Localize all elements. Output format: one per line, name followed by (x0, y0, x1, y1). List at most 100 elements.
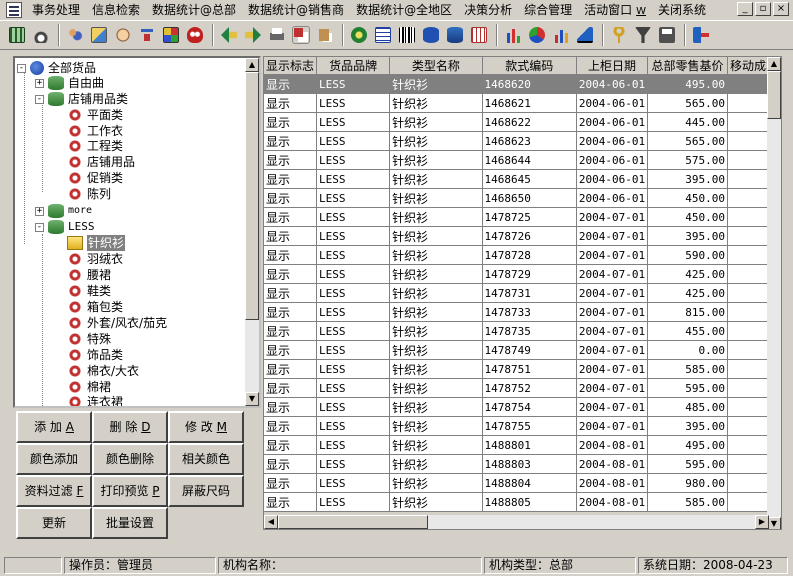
table-cell[interactable]: 显示 (264, 93, 318, 113)
table-cell[interactable]: 显示 (264, 207, 318, 227)
table-cell[interactable]: 395.00 (647, 226, 728, 246)
table-cell[interactable]: 针织衫 (389, 150, 483, 170)
table-cell[interactable]: 585.00 (647, 359, 728, 379)
table-cell[interactable]: 显示 (264, 340, 318, 360)
scroll-thumb[interactable] (767, 71, 781, 119)
table-cell[interactable]: LESS (316, 245, 391, 265)
table-cell[interactable]: 2004-06-01 (576, 131, 649, 151)
table-cell[interactable]: 显示 (264, 302, 318, 322)
key-icon[interactable] (608, 24, 630, 46)
table-cell[interactable]: 1478728 (482, 245, 577, 265)
table-cell[interactable]: 显示 (264, 283, 318, 303)
table-cell[interactable]: 针织衫 (389, 264, 483, 284)
mask-icon[interactable] (184, 24, 206, 46)
table-row[interactable]: 显示 LESS 针织衫 1468623 2004-06-01 565.00 (264, 131, 781, 151)
table-cell[interactable]: 425.00 (647, 264, 728, 284)
table-cell[interactable]: LESS (316, 226, 391, 246)
scroll-thumb[interactable] (278, 515, 428, 529)
grid-icon[interactable] (6, 24, 28, 46)
table-row[interactable]: 显示 LESS 针织衫 1478731 2004-07-01 425.00 (264, 283, 781, 303)
expand-icon[interactable]: + (35, 206, 44, 216)
palette-icon[interactable] (160, 24, 182, 46)
table-cell[interactable]: LESS (316, 492, 391, 512)
table-cell[interactable]: LESS (316, 93, 391, 113)
menu-item-stats-dealer[interactable]: 数据统计@销售商 (242, 1, 350, 19)
refresh-button[interactable]: 更新 (16, 507, 92, 539)
table-cell[interactable]: 2004-07-01 (576, 283, 649, 303)
table-cell[interactable]: 2004-06-01 (576, 74, 649, 94)
table-cell[interactable]: LESS (316, 131, 391, 151)
column-header[interactable]: 显示标志 (264, 57, 318, 75)
table-cell[interactable]: 针织衫 (389, 226, 483, 246)
table-cell[interactable]: 2004-06-01 (576, 150, 649, 170)
collapse-icon[interactable]: - (35, 222, 44, 232)
table-cell[interactable]: 针织衫 (389, 340, 483, 360)
table-cell[interactable]: 590.00 (647, 245, 728, 265)
pie-chart-icon[interactable] (526, 24, 548, 46)
tree-node-leaf[interactable]: 促销类 (67, 170, 123, 186)
menu-item-decision-analysis[interactable]: 决策分析 (458, 1, 518, 19)
table-cell[interactable]: 2004-08-01 (576, 435, 649, 455)
table-row[interactable]: 显示 LESS 针织衫 1478754 2004-07-01 485.00 (264, 397, 781, 417)
menu-item-transactions[interactable]: 事务处理 (26, 1, 86, 19)
data-filter-button[interactable]: 资料过滤 F (16, 475, 92, 507)
table-cell[interactable]: 1488803 (482, 454, 577, 474)
table-cell[interactable]: LESS (316, 169, 391, 189)
table-row[interactable]: 显示 LESS 针织衫 1478735 2004-07-01 455.00 (264, 321, 781, 341)
table-cell[interactable]: 2004-07-01 (576, 397, 649, 417)
table-row[interactable]: 显示 LESS 针织衫 1468622 2004-06-01 445.00 (264, 112, 781, 132)
table-cell[interactable]: 1468645 (482, 169, 577, 189)
table-cell[interactable]: 1478733 (482, 302, 577, 322)
paste-icon[interactable] (314, 24, 336, 46)
scroll-right-icon[interactable]: ▶ (755, 515, 769, 529)
tree-node-leaf[interactable]: 工作衣 (67, 123, 123, 139)
table-cell[interactable]: 针织衫 (389, 473, 483, 493)
table-cell[interactable]: 1478735 (482, 321, 577, 341)
menu-item-active-window[interactable]: 活动窗口 W (578, 1, 652, 19)
table-cell[interactable]: 2004-07-01 (576, 207, 649, 227)
table-row[interactable]: 显示 LESS 针织衫 1488805 2004-08-01 585.00 (264, 492, 781, 512)
table-cell[interactable]: 395.00 (647, 416, 728, 436)
table-cell[interactable]: 395.00 (647, 169, 728, 189)
money-icon[interactable] (348, 24, 370, 46)
table-row[interactable]: 显示 LESS 针织衫 1478752 2004-07-01 595.00 (264, 378, 781, 398)
users-icon[interactable] (64, 24, 86, 46)
table-cell[interactable]: 针织衫 (389, 74, 483, 94)
back-icon[interactable] (218, 24, 240, 46)
bell-icon[interactable] (30, 24, 52, 46)
table-cell[interactable]: 显示 (264, 359, 318, 379)
tree-node-category[interactable]: + 自由曲 (35, 75, 104, 91)
table-cell[interactable]: 显示 (264, 435, 318, 455)
table-cell[interactable]: 显示 (264, 188, 318, 208)
collapse-icon[interactable]: - (17, 63, 26, 73)
table-cell[interactable]: 显示 (264, 245, 318, 265)
printer-icon[interactable] (266, 24, 288, 46)
column-header[interactable]: 货品品牌 (316, 57, 391, 75)
table-row[interactable]: 显示 LESS 针织衫 1468645 2004-06-01 395.00 (264, 169, 781, 189)
table-cell[interactable]: 1478726 (482, 226, 577, 246)
table-cell[interactable]: LESS (316, 188, 391, 208)
table-cell[interactable]: 1478729 (482, 264, 577, 284)
table-row[interactable]: 显示 LESS 针织衫 1478751 2004-07-01 585.00 (264, 359, 781, 379)
table-cell[interactable]: 2004-06-01 (576, 93, 649, 113)
table-cell[interactable]: 1478751 (482, 359, 577, 379)
tree-node-leaf[interactable]: 棉衣/大衣 (67, 363, 139, 379)
tree-node-category[interactable]: + more (35, 203, 92, 219)
color-add-button[interactable]: 颜色添加 (16, 443, 92, 475)
table-cell[interactable]: LESS (316, 454, 391, 474)
delete-button[interactable]: 删 除 D (92, 411, 168, 443)
table-cell[interactable]: LESS (316, 397, 391, 417)
table-cell[interactable]: 1488804 (482, 473, 577, 493)
table-cell[interactable]: LESS (316, 74, 391, 94)
copy-icon[interactable] (290, 24, 312, 46)
table-cell[interactable]: 1468622 (482, 112, 577, 132)
table-cell[interactable]: 575.00 (647, 150, 728, 170)
close-button[interactable]: × (773, 2, 789, 16)
table-cell[interactable]: 针织衫 (389, 397, 483, 417)
tree-node-leaf[interactable]: 工程类 (67, 138, 123, 154)
table-cell[interactable]: 2004-06-01 (576, 169, 649, 189)
scroll-down-icon[interactable]: ▼ (245, 392, 259, 406)
table-cell[interactable]: 1468620 (482, 74, 577, 94)
table-cell[interactable]: 2004-07-01 (576, 245, 649, 265)
table-cell[interactable]: LESS (316, 378, 391, 398)
